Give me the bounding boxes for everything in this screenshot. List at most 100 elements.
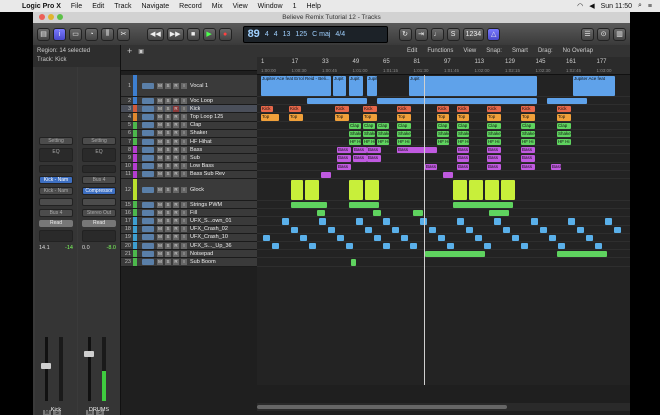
record-enable-button[interactable]: R xyxy=(173,146,179,153)
region[interactable] xyxy=(309,243,316,250)
region[interactable]: Shake xyxy=(487,130,501,137)
region[interactable] xyxy=(291,202,327,209)
setting-button[interactable]: Setting xyxy=(39,137,73,145)
horizontal-scrollbar[interactable] xyxy=(257,403,630,411)
region[interactable] xyxy=(485,180,499,200)
region[interactable]: Kick xyxy=(335,106,349,113)
region[interactable] xyxy=(540,226,547,233)
track-name[interactable]: HF Hihat xyxy=(190,139,212,145)
input-monitor-button[interactable]: I xyxy=(181,201,187,208)
region[interactable]: Clap xyxy=(397,122,411,129)
region[interactable]: Clap xyxy=(349,122,361,129)
tuner-icon[interactable]: ♩ xyxy=(430,27,444,41)
inspector-icon[interactable]: i xyxy=(53,27,66,41)
input-monitor-button[interactable]: I xyxy=(181,146,187,153)
region[interactable] xyxy=(337,234,344,241)
rewind-icon[interactable]: ◀◀ xyxy=(147,27,164,41)
region[interactable]: Clap xyxy=(557,122,571,129)
mute-button[interactable]: M xyxy=(157,209,163,216)
track-header[interactable]: 12 M S R I Glock xyxy=(121,179,257,201)
mute-button[interactable]: M xyxy=(157,113,163,120)
solo-button[interactable]: S xyxy=(165,154,171,161)
track-name[interactable]: Noisepad xyxy=(190,251,213,257)
fader-knob[interactable] xyxy=(84,351,94,357)
region[interactable]: Bass xyxy=(457,163,469,170)
functions-menu[interactable]: Functions xyxy=(427,48,453,54)
mute-button[interactable]: M xyxy=(157,226,163,233)
input-monitor-button[interactable]: I xyxy=(181,113,187,120)
solo-button[interactable]: S xyxy=(165,105,171,112)
track-lane[interactable] xyxy=(257,146,630,155)
record-enable-button[interactable]: R xyxy=(173,113,179,120)
minimize-icon[interactable] xyxy=(48,14,54,20)
region[interactable]: Bass xyxy=(487,147,501,154)
solo-button[interactable]: S xyxy=(165,130,171,137)
record-enable-button[interactable]: R xyxy=(173,154,179,161)
midi-fx-slot[interactable] xyxy=(82,165,116,173)
region[interactable] xyxy=(383,218,390,225)
region[interactable] xyxy=(568,218,575,225)
forward-icon[interactable]: ▶▶ xyxy=(166,27,184,41)
region[interactable]: HF Hi xyxy=(397,139,411,146)
region[interactable] xyxy=(494,218,501,225)
region[interactable] xyxy=(272,243,279,250)
region[interactable] xyxy=(291,180,303,200)
cycle-icon[interactable]: ↻ xyxy=(398,27,412,41)
region[interactable] xyxy=(392,226,399,233)
track-name[interactable]: Sub xyxy=(190,155,200,161)
region[interactable]: Bass xyxy=(337,147,351,154)
region[interactable]: Bass xyxy=(521,163,535,170)
region[interactable]: Bass xyxy=(457,155,469,162)
region[interactable]: HF Hi xyxy=(377,139,389,146)
region[interactable] xyxy=(282,218,289,225)
wifi-icon[interactable]: ◠ xyxy=(577,2,583,10)
record-enable-button[interactable]: R xyxy=(173,138,179,145)
solo-button[interactable]: S xyxy=(165,122,171,129)
region[interactable]: Kick xyxy=(557,106,571,113)
region[interactable]: Shake xyxy=(397,130,411,137)
region[interactable] xyxy=(373,210,381,217)
region[interactable] xyxy=(531,218,538,225)
region[interactable]: Shake xyxy=(437,130,449,137)
record-enable-button[interactable]: R xyxy=(173,234,179,241)
region[interactable]: Shake xyxy=(349,130,361,137)
solo-button[interactable]: S xyxy=(165,209,171,216)
solo-button[interactable]: S xyxy=(165,171,171,178)
track-name[interactable]: Strings PWM xyxy=(190,202,222,208)
region[interactable]: Clap xyxy=(377,122,389,129)
region[interactable] xyxy=(328,226,335,233)
region[interactable]: Bass xyxy=(487,163,501,170)
region[interactable]: Bass xyxy=(337,155,351,162)
region[interactable] xyxy=(475,234,482,241)
mute-button[interactable]: M xyxy=(157,138,163,145)
region[interactable] xyxy=(457,218,464,225)
track-lane[interactable] xyxy=(257,258,630,267)
region[interactable]: Jupit xyxy=(409,76,537,96)
automation-mode[interactable]: Read xyxy=(39,220,73,227)
input-monitor-button[interactable]: I xyxy=(181,250,187,257)
replace-icon[interactable]: ⇥ xyxy=(414,27,428,41)
region[interactable] xyxy=(453,202,513,209)
track-lane[interactable] xyxy=(257,163,630,171)
menu-1[interactable]: 1 xyxy=(288,3,302,10)
mute-button[interactable]: M xyxy=(157,258,163,265)
region[interactable]: Kick xyxy=(437,106,449,113)
track-name[interactable]: Fill xyxy=(190,210,197,216)
region[interactable] xyxy=(413,210,423,217)
track-name[interactable]: UFX_S...own_01 xyxy=(190,218,232,224)
input-monitor-button[interactable]: I xyxy=(181,138,187,145)
mute-button[interactable]: M xyxy=(157,122,163,129)
track-name[interactable]: Voc Loop xyxy=(190,98,213,104)
region[interactable] xyxy=(484,243,491,250)
track-header[interactable]: 11 M S R I Bass Sub Rev xyxy=(121,170,257,179)
solo-button[interactable]: S xyxy=(165,242,171,249)
track-inspector-title[interactable]: Track: Kick xyxy=(37,56,116,65)
menu-help[interactable]: Help xyxy=(301,3,325,10)
menu-mix[interactable]: Mix xyxy=(207,3,228,10)
region[interactable] xyxy=(291,226,298,233)
pan-knob[interactable] xyxy=(82,230,116,242)
track-name[interactable]: UFX_Crash_10 xyxy=(190,234,228,240)
region[interactable]: Clap xyxy=(487,122,501,129)
input-monitor-button[interactable]: I xyxy=(181,186,187,193)
region[interactable] xyxy=(595,243,602,250)
